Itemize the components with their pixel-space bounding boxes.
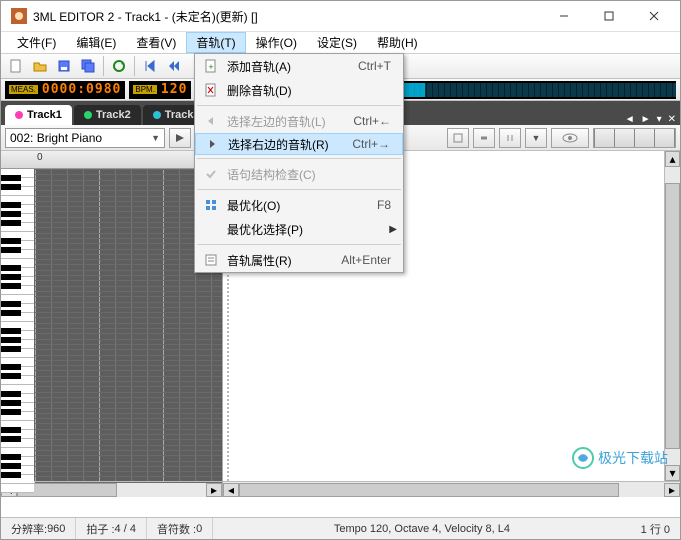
menu-item-3[interactable]: 音轨(T) [186, 32, 245, 53]
tab-scroll-right-icon[interactable]: ► [641, 114, 651, 125]
top-ruler[interactable] [593, 128, 676, 148]
refresh-button[interactable] [108, 55, 130, 77]
app-icon [11, 8, 27, 24]
menu-row-label: 选择右边的音轨(R) [222, 136, 352, 153]
menu-row-8[interactable]: 最优化(O)F8 [195, 193, 403, 217]
play-note-button[interactable] [169, 128, 191, 148]
menu-row-shortcut: Ctrl+→ [352, 137, 396, 151]
arrow-right-icon [202, 137, 222, 151]
menu-row-label: 最优化选择(P) [221, 221, 389, 238]
status-resolution: 分辨率: 960 [1, 518, 76, 539]
maximize-button[interactable] [586, 1, 631, 31]
status-tempo-info: Tempo 120, Octave 4, Velocity 8, L4 [213, 518, 630, 539]
scroll-up-icon[interactable]: ▴ [665, 151, 680, 167]
page-del-icon [201, 83, 221, 97]
menu-row-shortcut: Ctrl+T [358, 59, 397, 73]
menu-row-0[interactable]: + 添加音轨(A)Ctrl+T [195, 54, 403, 78]
visibility-button[interactable] [551, 128, 589, 148]
menu-row-11[interactable]: 音轨属性(R)Alt+Enter [195, 248, 403, 272]
menu-row-label: 添加音轨(A) [221, 58, 358, 75]
menu-row-9[interactable]: 最优化选择(P)▶ [195, 217, 403, 241]
scroll-right-icon[interactable]: ▸ [664, 483, 680, 497]
chevron-down-icon: ▼ [151, 133, 160, 143]
menu-row-shortcut: Alt+Enter [341, 253, 397, 267]
status-notes: 音符数 : 0 [147, 518, 213, 539]
zoom-dropdown-button[interactable]: ▼ [525, 128, 547, 148]
mode-button-1[interactable] [447, 128, 469, 148]
menu-item-4[interactable]: 操作(O) [246, 32, 307, 53]
piano-roll-panel: 0 ◂ ▸ [1, 151, 223, 497]
track-color-icon [153, 111, 161, 119]
piano-keyboard[interactable] [1, 169, 35, 481]
menu-row-label: 音轨属性(R) [221, 252, 341, 269]
text-hscroll[interactable]: ◂ ▸ [223, 481, 680, 497]
mode-button-2[interactable] [473, 128, 495, 148]
status-line-info: 1 行 0 [631, 518, 680, 539]
lcd-bpm: BPM. 120 [129, 81, 191, 99]
lcd-bpm-label: BPM. [133, 85, 157, 94]
window-title: 3ML EDITOR 2 - Track1 - (未定名)(更新) [] [33, 8, 541, 25]
scroll-down-icon[interactable]: ▾ [665, 465, 680, 481]
instrument-name: 002: Bright Piano [10, 131, 102, 145]
lcd-meas-label: MEAS. [9, 85, 38, 94]
close-button[interactable] [631, 1, 676, 31]
submenu-arrow-icon: ▶ [389, 224, 397, 235]
scroll-thumb-v[interactable] [665, 183, 680, 449]
svg-text:+: + [208, 62, 213, 72]
status-bar: 分辨率: 960 拍子 : 4 / 4 音符数 : 0 Tempo 120, O… [1, 517, 680, 539]
check-icon [201, 167, 221, 181]
instrument-select[interactable]: 002: Bright Piano ▼ [5, 128, 165, 148]
piano-roll-ruler[interactable]: 0 [1, 151, 222, 169]
tab-close-icon[interactable]: ✕ [668, 114, 676, 125]
lcd-bpm-value: 120 [161, 82, 187, 97]
menu-row-label: 删除音轨(D) [221, 82, 397, 99]
save-all-button[interactable] [77, 55, 99, 77]
page-add-icon: + [201, 59, 221, 73]
menu-row-shortcut: Ctrl+← [353, 114, 397, 128]
track-color-icon [84, 111, 92, 119]
mode-button-3[interactable] [499, 128, 521, 148]
tab-scroll-left-icon[interactable]: ◄ [625, 114, 635, 125]
menu-row-label: 语句结构检查(C) [221, 166, 397, 183]
track-tab-label: Track1 [27, 109, 62, 121]
text-vscroll[interactable]: ▴ ▾ [664, 151, 680, 481]
menu-item-6[interactable]: 帮助(H) [367, 32, 428, 53]
track-color-icon [15, 111, 23, 119]
ruler-zero: 0 [37, 152, 43, 163]
track-menu-dropdown: +添加音轨(A)Ctrl+T删除音轨(D)选择左边的音轨(L)Ctrl+←选择右… [194, 53, 404, 273]
menu-item-0[interactable]: 文件(F) [7, 32, 66, 53]
tab-menu-icon[interactable]: ▾ [657, 114, 662, 125]
properties-icon [201, 253, 221, 267]
menu-item-5[interactable]: 设定(S) [307, 32, 367, 53]
scroll-left-icon[interactable]: ◂ [223, 483, 239, 497]
menu-row-3: 选择左边的音轨(L)Ctrl+← [195, 109, 403, 133]
track-tab-0[interactable]: Track1 [5, 105, 72, 125]
menu-row-shortcut: F8 [377, 198, 397, 212]
lcd-meas-value: 0000:0980 [42, 82, 121, 97]
title-bar: 3ML EDITOR 2 - Track1 - (未定名)(更新) [] [1, 1, 680, 31]
piano-roll-hscroll[interactable]: ◂ ▸ [1, 481, 222, 497]
new-file-button[interactable] [5, 55, 27, 77]
step-back-button[interactable] [163, 55, 185, 77]
track-tab-label: Track2 [96, 109, 131, 121]
menu-item-2[interactable]: 查看(V) [126, 32, 186, 53]
menu-row-1[interactable]: 删除音轨(D) [195, 78, 403, 102]
open-file-button[interactable] [29, 55, 51, 77]
optimize-icon [201, 198, 221, 212]
arrow-left-icon [201, 114, 221, 128]
menu-bar: 文件(F)编辑(E)查看(V)音轨(T)操作(O)设定(S)帮助(H) [1, 31, 680, 53]
go-start-button[interactable] [139, 55, 161, 77]
track-tab-1[interactable]: Track2 [74, 105, 141, 125]
menu-row-label: 最优化(O) [221, 197, 377, 214]
save-file-button[interactable] [53, 55, 75, 77]
lcd-measure: MEAS. 0000:0980 [5, 81, 125, 99]
menu-row-4[interactable]: 选择右边的音轨(R)Ctrl+→ [195, 133, 403, 155]
status-time-sig: 拍子 : 4 / 4 [76, 518, 147, 539]
menu-row-label: 选择左边的音轨(L) [221, 113, 353, 130]
scroll-right-icon[interactable]: ▸ [206, 483, 222, 497]
menu-item-1[interactable]: 编辑(E) [66, 32, 126, 53]
menu-row-6: 语句结构检查(C) [195, 162, 403, 186]
scroll-thumb[interactable] [239, 483, 619, 497]
minimize-button[interactable] [541, 1, 586, 31]
